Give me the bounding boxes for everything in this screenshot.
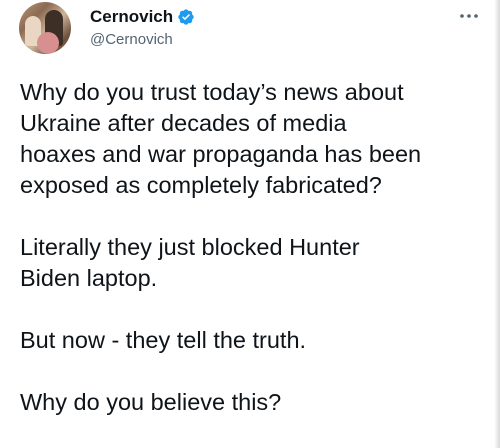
author-avatar[interactable] — [19, 2, 71, 54]
name-row: Cernovich — [90, 6, 195, 28]
screenshot-edge-shadow — [494, 0, 500, 448]
author-header: Cernovich @Cernovich — [90, 6, 195, 48]
tweet-paragraph: Literally they just blocked Hunter Biden… — [20, 232, 490, 294]
tweet-line: But now - they tell the truth. — [20, 327, 307, 353]
verified-badge-icon — [178, 9, 194, 25]
tweet-line: exposed as completely fabricated? — [20, 172, 382, 198]
tweet-line: Biden laptop. — [20, 265, 158, 291]
tweet-line: hoaxes and war propaganda has been — [20, 141, 422, 167]
more-horizontal-icon[interactable] — [458, 10, 480, 22]
tweet-line: Literally they just blocked Hunter — [20, 234, 360, 260]
avatar-figure — [37, 32, 59, 54]
tweet-paragraph: Why do you trust today’s news about Ukra… — [20, 77, 490, 201]
author-display-name[interactable]: Cernovich — [90, 7, 173, 27]
tweet-paragraph: Why do you believe this? — [20, 387, 490, 418]
tweet-paragraph: But now - they tell the truth. — [20, 325, 490, 356]
tweet-line: Why do you believe this? — [20, 389, 282, 415]
tweet-text: Why do you trust today’s news about Ukra… — [20, 77, 490, 418]
tweet-line: Ukraine after decades of media — [20, 110, 347, 136]
tweet-line: Why do you trust today’s news about — [20, 79, 404, 105]
author-handle[interactable]: @Cernovich — [90, 31, 195, 48]
tweet-card: Cernovich @Cernovich Why do you trust to… — [0, 0, 500, 448]
